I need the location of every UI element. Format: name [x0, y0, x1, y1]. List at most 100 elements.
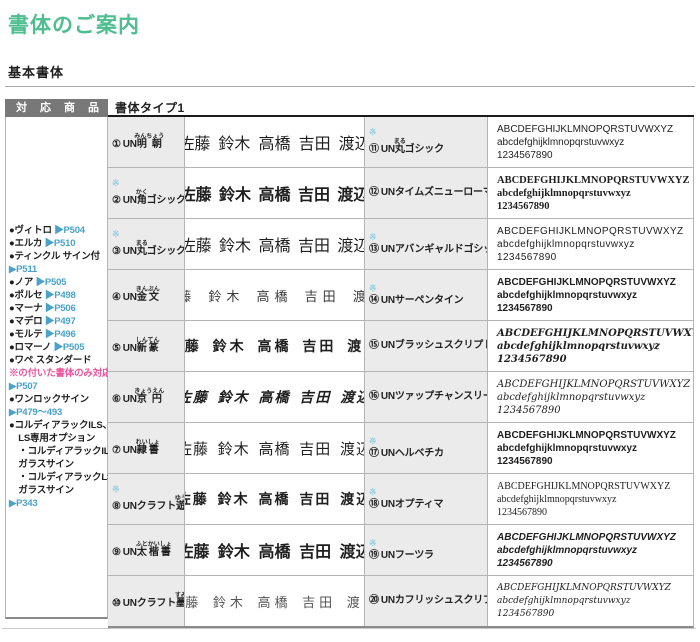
font-number: ①: [112, 139, 121, 150]
kanji-sample: 佐藤 鈴木 高橋 吉田 渡辺: [185, 576, 365, 626]
product-name: ●ティンクル サイン付: [9, 251, 100, 262]
font-name: ⑫UNタイムズニューローマン: [369, 187, 487, 199]
latin-line: 1234567890: [497, 404, 693, 417]
font-name: ⑨UN太楷書ふとかいしょ: [112, 542, 184, 559]
page-title: 書体のご案内: [8, 9, 140, 39]
product-item: ●エルカ ▶P510: [9, 237, 107, 250]
page-link[interactable]: ▶P479〜493: [9, 407, 62, 418]
product-name: ●コルディアラックILS、: [9, 420, 112, 431]
font-number: ⑬: [369, 244, 379, 255]
product-item: ●マーナ ▶P506: [9, 302, 107, 315]
font-name: ⑥UN京円きょうえん: [112, 389, 184, 406]
latin-line: 1234567890: [497, 353, 693, 366]
page-link[interactable]: ▶P510: [45, 238, 76, 249]
font-number: ⑫: [369, 187, 379, 198]
font-number: ⑥: [112, 394, 121, 405]
latin-line: abcdefghijklmnopqrstuvwxyz: [497, 136, 693, 149]
product-name: ●ノア: [9, 277, 36, 288]
product-item: ●モルテ ▶P496: [9, 328, 107, 341]
product-name: ●マデロ: [9, 316, 45, 327]
font-label-cell: ※⑰UNヘルベチカ: [365, 423, 488, 473]
product-item: LS専用オプション: [9, 432, 107, 445]
latin-sample: ABCDEFGHIJKLMNOPQRSTUVWXYZabcdefghijklmn…: [488, 372, 693, 422]
page-link[interactable]: ▶P343: [9, 498, 38, 509]
product-name: ●ポルセ: [9, 290, 45, 301]
star-mark: ※: [112, 179, 184, 188]
table-row: ⑦UN隷書れいしょ佐藤 鈴木 高橋 吉田 渡辺※⑰UNヘルベチカABCDEFGH…: [108, 423, 693, 474]
table-row: ①UN明朝みんちょう佐藤 鈴木 高橋 吉田 渡辺※⑪UN丸まるゴシックABCDE…: [108, 117, 693, 168]
page-link[interactable]: ▶P496: [45, 329, 76, 340]
kanji-sample: 佐藤 鈴木 高橋 吉田 渡辺: [185, 474, 365, 524]
product-item: ●マデロ ▶P497: [9, 315, 107, 328]
font-number: ⑰: [369, 448, 379, 459]
font-number: ⑯: [369, 391, 379, 402]
latin-sample: ABCDEFGHIJKLMNOPQRSTUVWXYZabcdefghijklmn…: [488, 423, 693, 473]
page-link[interactable]: ▶P504: [54, 225, 85, 236]
latin-line: ABCDEFGHIJKLMNOPQRSTUVWXYZ: [497, 276, 693, 289]
font-name: ⑦UN隷書れいしょ: [112, 440, 184, 457]
latin-line: abcdefghijklmnopqrstuvwxyz: [497, 493, 693, 506]
latin-line: 1234567890: [497, 200, 693, 213]
product-item: ▶P343: [9, 497, 107, 510]
star-mark: ※: [369, 233, 487, 242]
font-label-cell: ⑮UNブラッシュスクリプト: [365, 321, 488, 371]
table-row: ※⑧UNクラフト遊ゆう佐藤 鈴木 高橋 吉田 渡辺※⑱UNオプティマABCDEF…: [108, 474, 693, 525]
font-name: ⑤UN新篆しんてん: [112, 338, 184, 355]
font-number: ④: [112, 292, 121, 303]
latin-line: ABCDEFGHIJKLMNOPQRSTUVWXYZ: [497, 378, 693, 391]
font-label-cell: ⑥UN京円きょうえん: [108, 372, 185, 422]
latin-sample: ABCDEFGHIJKLMNOPQRSTUVWXYZabcdefghijklmn…: [488, 576, 693, 626]
star-mark: ※: [369, 284, 487, 293]
page-link[interactable]: ▶P511: [9, 264, 37, 275]
latin-sample: ABCDEFGHIJKLMNOPQRSTUVWXYZabcdefghijklmn…: [488, 270, 693, 320]
note-text: ※の付いた書体のみ対応: [9, 368, 111, 379]
font-table: 対応商品 ●ヴィトロ ▶P504●エルカ ▶P510●ティンクル サイン付▶P5…: [5, 99, 694, 628]
font-label-cell: ⑨UN太楷書ふとかいしょ: [108, 525, 185, 575]
product-name: ・コルディアラックILS: [9, 446, 116, 457]
page-link[interactable]: ▶P497: [45, 316, 76, 327]
font-number: ⑳: [369, 595, 379, 606]
product-item: ●ノア ▶P505: [9, 276, 107, 289]
table-row: ⑤UN新篆しんてん佐藤 鈴木 高橋 吉田 渡辺⑮UNブラッシュスクリプトABCD…: [108, 321, 693, 372]
font-label-cell: ※②UN角かくゴシック: [108, 168, 185, 218]
font-name: ④UN金文きんぶん: [112, 287, 184, 304]
font-number: ③: [112, 246, 121, 257]
table-row: ※③UN丸まるゴシック佐藤 鈴木 高橋 吉田 渡辺※⑬UNアバンギャルドゴシック…: [108, 219, 693, 270]
page-link[interactable]: ▶P505: [36, 277, 67, 288]
font-name: ①UN明朝みんちょう: [112, 134, 184, 151]
bottom-divider: [2, 628, 696, 629]
page-link[interactable]: ▶P505: [54, 342, 85, 353]
latin-line: ABCDEFGHIJKLMNOPQRSTUVWXYZ: [497, 123, 693, 136]
font-name: ⑭UNサーペンタイン: [369, 295, 487, 307]
latin-line: abcdefghijklmnopqrstuvwxyz: [497, 391, 693, 404]
font-number: ⑪: [369, 144, 379, 155]
table-row: ※②UN角かくゴシック佐藤 鈴木 高橋 吉田 渡辺⑫UNタイムズニューローマンA…: [108, 168, 693, 219]
kanji-sample: 佐藤 鈴木 高橋 吉田 渡辺: [185, 423, 365, 473]
page-link[interactable]: ▶P507: [9, 381, 38, 392]
font-label-cell: ⑤UN新篆しんてん: [108, 321, 185, 371]
star-mark: ※: [369, 128, 487, 137]
page-link[interactable]: ▶P498: [45, 290, 76, 301]
product-item: ガラスサイン: [9, 458, 107, 471]
font-label-cell: ④UN金文きんぶん: [108, 270, 185, 320]
product-item: ガラスサイン: [9, 484, 107, 497]
font-name: ⑱UNオプティマ: [369, 499, 487, 511]
product-name: ガラスサイン: [9, 485, 74, 496]
font-number: ⑨: [112, 547, 121, 558]
star-mark: ※: [112, 485, 184, 494]
font-number: ⑤: [112, 343, 121, 354]
kanji-sample: 佐藤 鈴木 高橋 吉田 渡辺: [185, 219, 365, 269]
font-name: ⑯UNツァップチャンスリー: [369, 391, 487, 403]
font-number: ⑮: [369, 340, 379, 351]
kanji-sample: 佐藤 鈴木 高橋 吉田 渡辺: [185, 372, 365, 422]
product-item: ※の付いた書体のみ対応: [9, 367, 107, 380]
product-item: ●ワペ スタンダード: [9, 354, 107, 367]
font-name: ⑰UNヘルベチカ: [369, 448, 487, 460]
latin-sample: ABCDEFGHIJKLMNOPQRSTUVWXYZabcdefghijklmn…: [488, 321, 693, 371]
page-link[interactable]: ▶P506: [45, 303, 76, 314]
font-label-cell: ※⑪UN丸まるゴシック: [365, 117, 488, 167]
font-label-cell: ※⑬UNアバンギャルドゴシック: [365, 219, 488, 269]
table-header: 書体タイプ1: [108, 99, 694, 117]
font-label-cell: ※⑲UNフーツラ: [365, 525, 488, 575]
latin-line: ABCDEFGHIJKLMNOPQRSTUVWXYZ: [497, 531, 693, 544]
